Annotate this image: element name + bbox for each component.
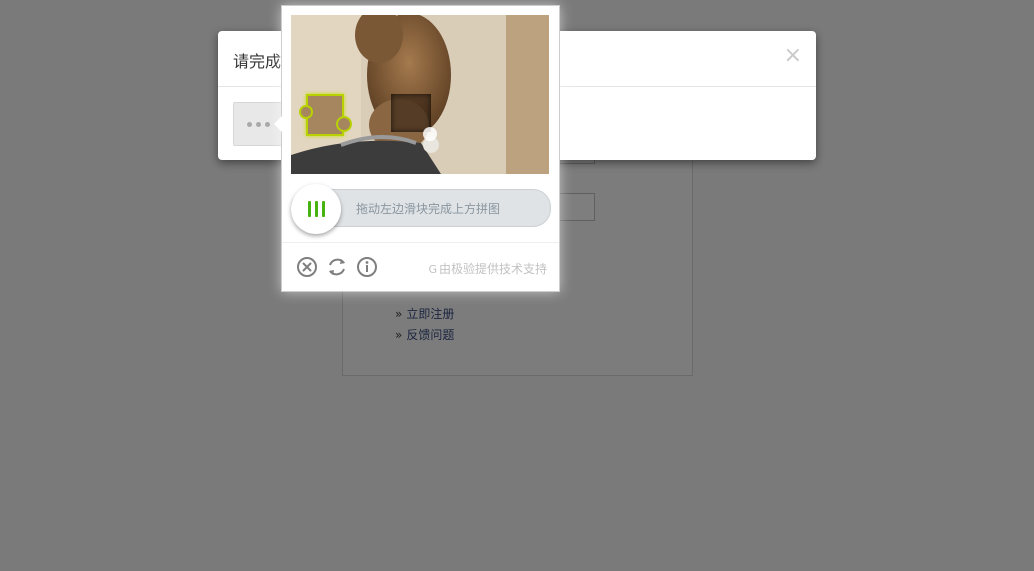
register-link[interactable]: » 立即注册 bbox=[395, 304, 454, 325]
grip-icon bbox=[321, 201, 325, 217]
loading-dot-icon bbox=[264, 121, 270, 127]
captcha-popup: 拖动左边滑块完成上方拼图 G 由极验提供技术支持 bbox=[274, 5, 560, 292]
puzzle-piece[interactable] bbox=[299, 94, 352, 136]
close-icon[interactable]: × bbox=[784, 44, 802, 68]
geetest-logo-icon: G bbox=[428, 263, 437, 276]
captcha-footer: G 由极验提供技术支持 bbox=[282, 242, 559, 292]
puzzle-hole bbox=[391, 94, 431, 132]
slider-track: 拖动左边滑块完成上方拼图 bbox=[291, 184, 551, 234]
puzzle-hole-notch bbox=[423, 127, 437, 141]
slider-handle[interactable] bbox=[291, 184, 341, 234]
puzzle-piece-knob bbox=[336, 116, 352, 132]
loading-dot-icon bbox=[246, 121, 252, 127]
modal-title: 请完成 bbox=[233, 52, 282, 71]
slider-hint: 拖动左边滑块完成上方拼图 bbox=[356, 202, 501, 216]
brand-link[interactable]: G 由极验提供技术支持 bbox=[428, 260, 547, 277]
puzzle-piece-knob bbox=[299, 105, 313, 119]
close-circle-icon[interactable] bbox=[296, 256, 318, 278]
login-links: » 立即注册 » 反馈问题 bbox=[395, 304, 454, 346]
loading-dot-icon bbox=[255, 121, 261, 127]
refresh-icon[interactable] bbox=[326, 256, 348, 278]
grip-icon bbox=[314, 201, 318, 217]
feedback-link[interactable]: » 反馈问题 bbox=[395, 325, 454, 346]
info-icon[interactable] bbox=[356, 256, 378, 278]
grip-icon bbox=[307, 201, 311, 217]
captcha-image bbox=[291, 15, 549, 174]
